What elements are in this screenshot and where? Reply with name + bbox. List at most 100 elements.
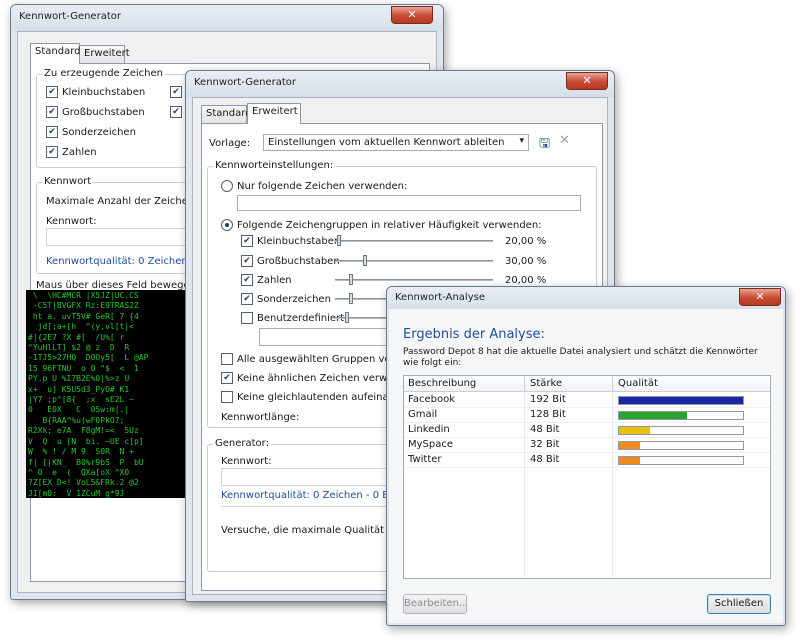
column-header-description[interactable]: Beschreibung xyxy=(408,378,476,389)
quality-bar xyxy=(618,456,744,465)
close-button[interactable]: ✕ xyxy=(566,72,608,90)
random-entropy-field[interactable]: \ \HC#MCR |X5JZ|UC.CS -C5T|BVGFX Rz:E9TR… xyxy=(26,290,186,498)
slider-thumb[interactable] xyxy=(349,293,353,304)
custom-chars-field[interactable] xyxy=(259,328,389,346)
entropy-line: V Q u [N bi. ~UE c[p] xyxy=(28,436,144,446)
table-header: Beschreibung Stärke Qualität xyxy=(404,376,770,392)
entropy-line: ht a. uvT5V# GeR[ 7 {4 xyxy=(28,311,139,321)
checkbox-group-lowercase[interactable]: ✔ xyxy=(241,235,253,247)
entropy-line: B{RAA^%u(wF0PkO7; xyxy=(28,415,125,425)
table-row[interactable]: MySpace 32 Bit xyxy=(404,438,770,453)
tab-standard[interactable]: Standard xyxy=(201,105,252,123)
checkbox-uppercase[interactable]: ✔ xyxy=(46,106,58,118)
password-quality: Kennwortqualität: 0 Zeichen xyxy=(46,256,188,267)
slider-thumb[interactable] xyxy=(349,274,353,285)
delete-icon[interactable]: ✕ xyxy=(559,133,570,148)
tab-label: Standard xyxy=(35,46,81,57)
percent-uppercase: 30,00 % xyxy=(505,256,547,267)
tab-erweitert[interactable]: Erweitert xyxy=(247,103,301,124)
row-strength: 48 Bit xyxy=(530,424,560,435)
row-strength: 192 Bit xyxy=(530,394,566,405)
checkbox-no-same[interactable] xyxy=(221,391,233,403)
slider-lowercase[interactable] xyxy=(335,235,493,247)
entropy-line: f| [|KN_ B0%r9bS P bU xyxy=(28,457,144,467)
edit-button[interactable]: Bearbeiten... xyxy=(403,594,469,614)
checkbox-group-uppercase[interactable]: ✔ xyxy=(241,255,253,267)
entropy-line: 0 E0X C 0Sw:m|.| xyxy=(28,405,130,415)
radio-only-chars-label: Nur folgende Zeichen verwenden: xyxy=(237,181,408,192)
title-bar[interactable]: Kennwort-Generator ✕ xyxy=(186,71,614,97)
quality-bar-fill xyxy=(619,412,687,419)
close-dialog-button-label: Schließen xyxy=(714,598,764,609)
slider-digits[interactable] xyxy=(335,274,493,286)
checkbox-group-custom[interactable] xyxy=(241,312,253,324)
analysis-window: Kennwort-Analyse ✕ Ergebnis der Analyse:… xyxy=(386,286,786,626)
table-row[interactable]: Twitter 48 Bit xyxy=(404,453,770,468)
entropy-line: R2Xk; e7A F8gM!=< 5Uz xyxy=(28,426,139,436)
slider-special[interactable] xyxy=(335,293,389,305)
generator-quality: Kennwortqualität: 0 Zeichen - 0 Bits xyxy=(221,490,402,501)
slider-uppercase[interactable] xyxy=(335,255,493,267)
quality-bar xyxy=(618,441,744,450)
checkbox-special-label: Sonderzeichen xyxy=(62,127,136,138)
group-password-legend: Kennwort xyxy=(42,176,94,187)
tab-standard[interactable]: Standard xyxy=(30,43,81,64)
column-divider xyxy=(524,376,525,392)
password-field-label: Kennwort: xyxy=(46,216,97,227)
column-line xyxy=(524,392,525,578)
tab-label: Erweitert xyxy=(84,48,130,59)
entropy-line: ?Z[EX D<! VoL5&FRk.2 @2 xyxy=(28,478,139,488)
quality-bar-fill xyxy=(619,442,640,449)
checkbox-lowercase[interactable]: ✔ xyxy=(46,86,58,98)
slider-thumb[interactable] xyxy=(345,312,349,323)
entropy-line: JI[m0: V 1ZCuM g*9J xyxy=(28,488,125,498)
quality-bar-fill xyxy=(619,457,640,464)
entropy-line: -1TJ5>27HQ D0Oy5[ L @AP xyxy=(28,353,149,363)
table-row[interactable]: Linkedin 48 Bit xyxy=(404,423,770,438)
percent-digits: 20,00 % xyxy=(505,275,547,286)
save-icon[interactable]: 🖫 xyxy=(539,134,550,156)
radio-only-chars[interactable] xyxy=(221,180,233,192)
slider-thumb[interactable] xyxy=(337,235,341,246)
tab-erweitert[interactable]: Erweitert xyxy=(79,45,130,63)
entropy-line: ^ 0 e ( QXa[oX ^X0 xyxy=(28,467,130,477)
table-row[interactable]: Gmail 128 Bit xyxy=(404,408,770,423)
column-header-strength[interactable]: Stärke xyxy=(530,378,562,389)
password-field[interactable] xyxy=(46,228,196,246)
close-button[interactable]: ✕ xyxy=(391,6,433,24)
checkbox-special[interactable]: ✔ xyxy=(46,126,58,138)
checkbox-col2-second[interactable]: ✔ xyxy=(170,106,182,118)
title-bar[interactable]: Kennwort-Generator ✕ xyxy=(11,5,443,31)
checkbox-group-special[interactable]: ✔ xyxy=(241,293,253,305)
close-dialog-button[interactable]: Schließen xyxy=(707,594,771,614)
radio-relative-groups[interactable] xyxy=(221,219,233,231)
checkbox-group-lowercase-label: Kleinbuchstaben xyxy=(257,236,341,247)
generator-password-field[interactable] xyxy=(221,468,391,486)
password-length-label: Kennwortlänge: xyxy=(221,412,300,423)
results-table[interactable]: Beschreibung Stärke Qualität Facebook 192… xyxy=(403,375,771,579)
template-select-value: Einstellungen vom aktuellen Kennwort abl… xyxy=(268,137,505,148)
title-bar[interactable]: Kennwort-Analyse ✕ xyxy=(387,287,785,309)
table-row[interactable]: Facebook 192 Bit xyxy=(404,393,770,408)
entropy-line: PY.p U %I7B2E%0|%>z U xyxy=(28,374,130,384)
window-title: Kennwort-Generator xyxy=(194,77,296,88)
checkbox-digits[interactable]: ✔ xyxy=(46,146,58,158)
entropy-line: x+ u] K5U5d3_PyO# K1 xyxy=(28,384,130,394)
only-chars-field[interactable] xyxy=(237,195,581,211)
column-header-quality[interactable]: Qualität xyxy=(618,378,658,389)
row-description: Gmail xyxy=(408,409,438,420)
quality-bar xyxy=(618,426,744,435)
checkbox-col2-first[interactable]: ✔ xyxy=(170,86,182,98)
template-select[interactable]: Einstellungen vom aktuellen Kennwort abl… xyxy=(263,134,529,151)
checkbox-no-similar[interactable]: ✔ xyxy=(221,372,233,384)
slider-custom[interactable] xyxy=(335,312,389,324)
close-button[interactable]: ✕ xyxy=(739,288,781,306)
edit-button-label: Bearbeiten... xyxy=(404,598,469,609)
generator-password-label: Kennwort: xyxy=(221,456,272,467)
slider-thumb[interactable] xyxy=(363,255,367,266)
checkbox-group-digits[interactable]: ✔ xyxy=(241,274,253,286)
window-client: Ergebnis der Analyse: Password Depot 8 h… xyxy=(389,309,783,623)
checkbox-all-groups[interactable] xyxy=(221,353,233,365)
row-description: Linkedin xyxy=(408,424,450,435)
checkbox-group-special-label: Sonderzeichen xyxy=(257,294,331,305)
